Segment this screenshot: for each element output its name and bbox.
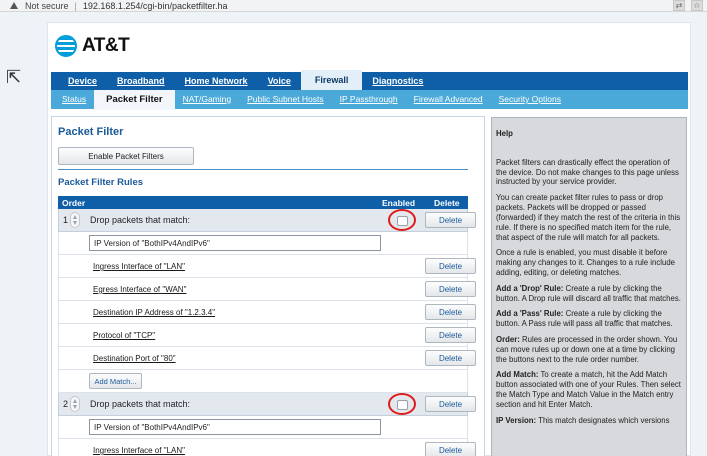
list-item: Egress Interface of "WAN" Delete <box>58 278 476 301</box>
translate-icon[interactable]: ⇄ <box>673 0 685 11</box>
column-order: Order <box>62 198 86 208</box>
rule-row: 2 Drop packets that match: Delete <box>58 393 476 416</box>
router-page: AT&T Device Broadband Home Network Voice… <box>47 22 691 456</box>
tab-broadband[interactable]: Broadband <box>107 72 175 90</box>
rule-label: Drop packets that match: <box>90 215 191 225</box>
help-paragraph: You can create packet filter rules to pa… <box>496 193 681 242</box>
delete-match-button[interactable]: Delete <box>425 442 476 456</box>
match-link[interactable]: Protocol of "TCP" <box>93 331 155 340</box>
match-link[interactable]: Ingress Interface of "LAN" <box>93 262 185 271</box>
browser-address-bar[interactable]: Not secure | 192.168.1.254/cgi-bin/packe… <box>0 0 707 12</box>
move-rule-updown-icon[interactable] <box>70 212 80 228</box>
rule-row: 1 Drop packets that match: Delete <box>58 209 476 232</box>
divider <box>58 169 468 170</box>
subtab-status[interactable]: Status <box>54 90 94 109</box>
fixed-match-field: IP Version of "BothIPv4AndIPv6" <box>89 419 381 435</box>
url-text[interactable]: 192.168.1.254/cgi-bin/packetfilter.ha <box>83 1 228 11</box>
tab-firewall[interactable]: Firewall <box>300 70 363 90</box>
subtab-nat-gaming[interactable]: NAT/Gaming <box>175 90 240 109</box>
att-logo: AT&T <box>55 35 130 57</box>
address-separator: | <box>74 0 77 11</box>
highlight-circle <box>388 209 416 231</box>
warning-icon <box>10 2 18 9</box>
primary-nav: Device Broadband Home Network Voice Fire… <box>51 70 688 90</box>
delete-match-button[interactable]: Delete <box>425 350 476 366</box>
subtab-ip-passthrough[interactable]: IP Passthrough <box>332 90 406 109</box>
rules-title: Packet Filter Rules <box>58 177 144 188</box>
help-paragraph: IP Version: This match designates which … <box>496 415 670 425</box>
highlight-circle <box>388 393 416 415</box>
list-item: IP Version of "BothIPv4AndIPv6" <box>58 416 468 439</box>
rule-order-number: 1 <box>63 215 69 225</box>
tab-device[interactable]: Device <box>58 72 107 90</box>
match-link[interactable]: Destination IP Address of "1.2.3.4" <box>93 308 215 317</box>
bookmark-icon[interactable]: ☆ <box>691 0 703 11</box>
delete-match-button[interactable]: Delete <box>425 327 476 343</box>
rule-order-number: 2 <box>63 399 69 409</box>
column-delete: Delete <box>434 198 460 208</box>
help-paragraph: Add a 'Pass' Rule: Create a rule by clic… <box>496 309 673 329</box>
match-link[interactable]: Ingress Interface of "LAN" <box>93 446 185 455</box>
list-item: Ingress Interface of "LAN" Delete <box>58 439 476 456</box>
subtab-public-subnet-hosts[interactable]: Public Subnet Hosts <box>239 90 332 109</box>
delete-rule-button[interactable]: Delete <box>425 212 476 228</box>
delete-rule-button[interactable]: Delete <box>425 396 476 412</box>
security-label[interactable]: Not secure <box>25 1 69 11</box>
delete-match-button[interactable]: Delete <box>425 281 476 297</box>
tab-voice[interactable]: Voice <box>258 72 301 90</box>
page-title: Packet Filter <box>58 126 124 138</box>
help-paragraph: Packet filters can drastically effect th… <box>496 157 679 187</box>
brand-name: AT&T <box>82 35 130 56</box>
secondary-nav: Status Packet Filter NAT/Gaming Public S… <box>51 89 688 110</box>
delete-match-button[interactable]: Delete <box>425 258 476 274</box>
subtab-security-options[interactable]: Security Options <box>491 90 569 109</box>
fixed-match-field: IP Version of "BothIPv4AndIPv6" <box>89 235 381 251</box>
list-item: Ingress Interface of "LAN" Delete <box>58 255 476 278</box>
help-paragraph: Once a rule is enabled, you must disable… <box>496 248 676 277</box>
help-paragraph: Order: Rules are processed in the order … <box>496 335 678 364</box>
help-panel: Help Packet filters can drastically effe… <box>491 117 687 456</box>
help-paragraph: Add a 'Drop' Rule: Create a rule by clic… <box>496 283 681 303</box>
subtab-packet-filter[interactable]: Packet Filter <box>94 89 175 110</box>
att-globe-icon <box>55 35 77 57</box>
move-rule-updown-icon[interactable] <box>70 396 80 412</box>
help-title: Help <box>496 129 513 138</box>
list-item: Protocol of "TCP" Delete <box>58 324 476 347</box>
rule-enabled-checkbox[interactable] <box>397 400 408 410</box>
mouse-pointer-icon: ⇱ <box>6 67 22 87</box>
list-item: Destination IP Address of "1.2.3.4" Dele… <box>58 301 476 324</box>
list-item: Add Match... <box>58 370 468 393</box>
packet-filter-panel: Packet Filter Enable Packet Filters Pack… <box>51 116 485 456</box>
column-enabled: Enabled <box>382 198 416 208</box>
rules-table: Order Enabled Delete 1 Drop packets that… <box>58 196 476 456</box>
list-item: Destination Port of "80" Delete <box>58 347 476 370</box>
add-match-button[interactable]: Add Match... <box>89 373 142 389</box>
list-item: IP Version of "BothIPv4AndIPv6" <box>58 232 468 255</box>
delete-match-button[interactable]: Delete <box>425 304 476 320</box>
rule-label: Drop packets that match: <box>90 399 191 409</box>
tab-diagnostics[interactable]: Diagnostics <box>362 72 433 90</box>
match-link[interactable]: Destination Port of "80" <box>93 354 176 363</box>
subtab-firewall-advanced[interactable]: Firewall Advanced <box>406 90 491 109</box>
match-link[interactable]: Egress Interface of "WAN" <box>93 285 186 294</box>
help-paragraph: Add Match: To create a match, hit the Ad… <box>496 370 681 409</box>
tab-home-network[interactable]: Home Network <box>175 72 258 90</box>
rules-table-header: Order Enabled Delete <box>58 196 468 209</box>
rule-enabled-checkbox[interactable] <box>397 216 408 226</box>
enable-packet-filters-button[interactable]: Enable Packet Filters <box>58 147 194 165</box>
